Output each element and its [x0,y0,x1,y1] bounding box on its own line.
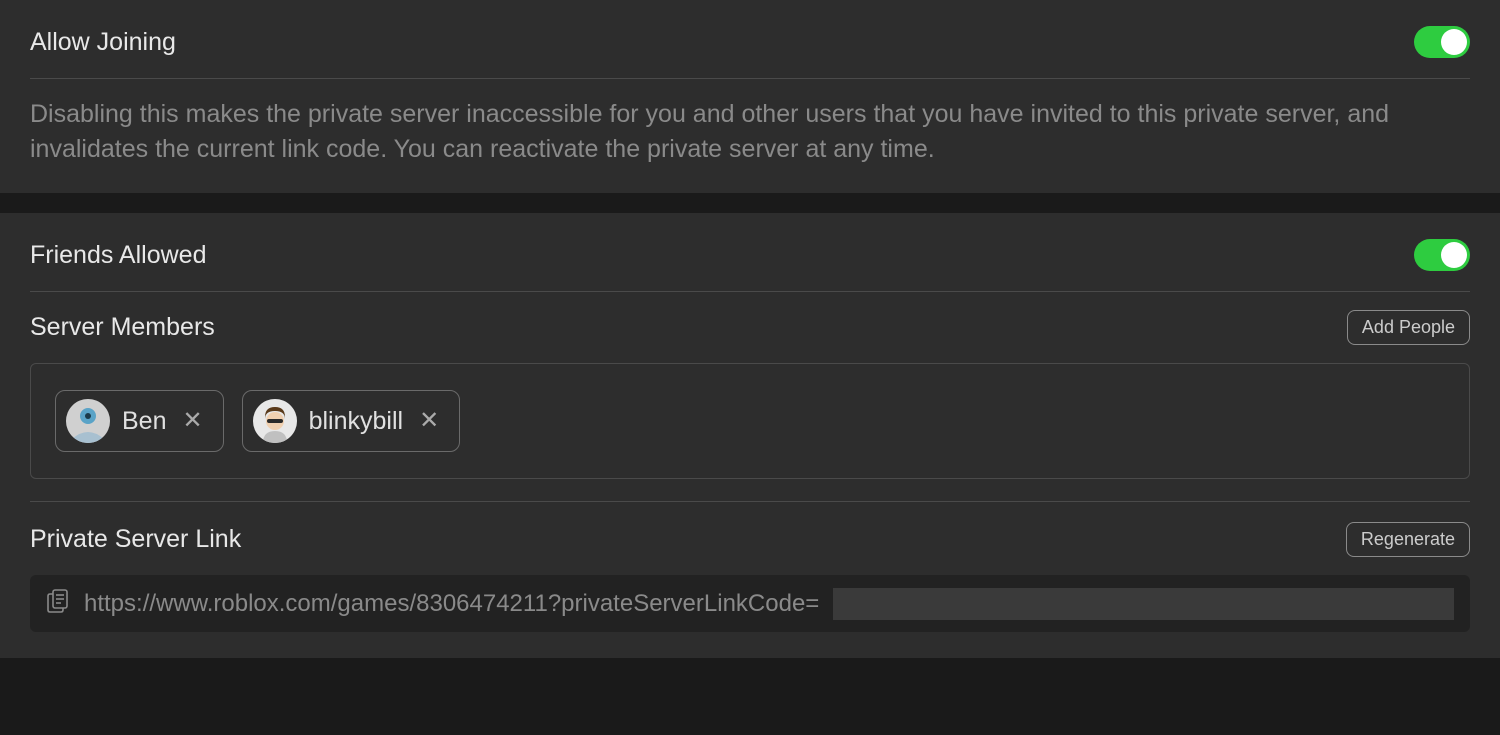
divider [30,501,1470,502]
allow-joining-header: Allow Joining [30,26,1470,79]
member-name: blinkybill [309,407,403,436]
avatar [66,399,110,443]
member-chip: Ben ✕ [55,390,224,452]
remove-member-icon[interactable]: ✕ [415,409,443,433]
allow-joining-panel: Allow Joining Disabling this makes the p… [0,0,1500,193]
member-chip: blinkybill ✕ [242,390,461,452]
copy-icon[interactable] [46,587,70,620]
add-people-button[interactable]: Add People [1347,310,1470,345]
avatar-placeholder-icon [253,399,297,443]
private-link-code-redacted [833,588,1454,620]
avatar-placeholder-icon [66,399,110,443]
private-link-header: Private Server Link Regenerate [30,522,1470,557]
private-link-box: https://www.roblox.com/games/8306474211?… [30,575,1470,632]
toggle-knob [1441,242,1467,268]
friends-allowed-header: Friends Allowed [30,239,1470,292]
server-members-title: Server Members [30,313,215,342]
private-link-url[interactable]: https://www.roblox.com/games/8306474211?… [84,590,819,618]
server-members-container: Ben ✕ blinkybill ✕ [30,363,1470,479]
regenerate-button[interactable]: Regenerate [1346,522,1470,557]
private-link-title: Private Server Link [30,525,241,554]
remove-member-icon[interactable]: ✕ [178,409,206,433]
allow-joining-title: Allow Joining [30,28,176,57]
friends-allowed-title: Friends Allowed [30,241,206,270]
avatar [253,399,297,443]
member-name: Ben [122,407,166,436]
allow-joining-toggle[interactable] [1414,26,1470,58]
friends-allowed-toggle[interactable] [1414,239,1470,271]
toggle-knob [1441,29,1467,55]
friends-members-panel: Friends Allowed Server Members Add Peopl… [0,213,1500,658]
allow-joining-description: Disabling this makes the private server … [30,97,1470,167]
server-members-header: Server Members Add People [30,310,1470,345]
